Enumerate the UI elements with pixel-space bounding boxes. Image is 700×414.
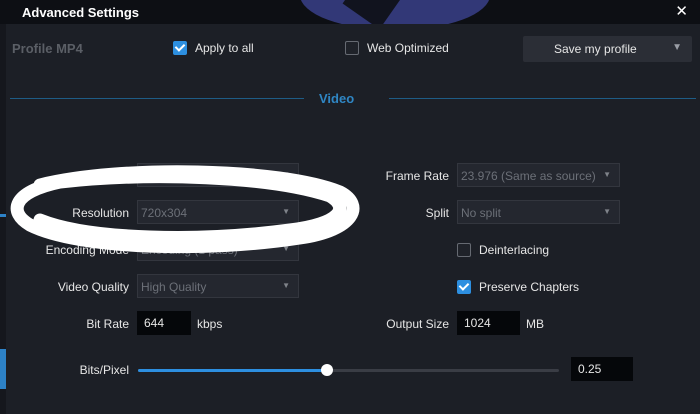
chevron-down-icon: ▼ bbox=[672, 42, 682, 53]
settings-panel: Profile MP4 Apply to all Web Optimized S… bbox=[6, 24, 700, 414]
bit-rate-input[interactable]: 644 bbox=[137, 311, 191, 335]
video-quality-dropdown[interactable]: High Quality ▼ bbox=[137, 274, 299, 298]
output-size-unit: MB bbox=[526, 317, 544, 331]
section-divider-left bbox=[10, 98, 304, 99]
deinterlacing-label: Deinterlacing bbox=[479, 242, 550, 257]
bit-rate-value: 644 bbox=[144, 316, 165, 330]
split-label: Split bbox=[425, 206, 449, 220]
split-value: No split bbox=[461, 206, 502, 220]
output-size-value: 1024 bbox=[464, 316, 491, 330]
preserve-chapters-checkbox[interactable]: Preserve Chapters bbox=[457, 279, 579, 294]
close-icon[interactable]: ✕ bbox=[675, 2, 688, 20]
checkbox-checked-icon bbox=[173, 40, 187, 55]
chevron-down-icon: ▼ bbox=[603, 207, 611, 216]
frame-rate-label: Frame Rate bbox=[385, 169, 449, 183]
encoding-mode-label: Encoding Mode bbox=[45, 243, 129, 257]
web-optimized-checkbox[interactable]: Web Optimized bbox=[345, 40, 449, 55]
section-divider-right bbox=[389, 98, 696, 99]
codec-value: H264 bbox=[141, 169, 170, 183]
checkbox-checked-icon bbox=[457, 279, 471, 294]
save-profile-button[interactable]: Save my profile ▼ bbox=[523, 36, 692, 62]
codec-dropdown[interactable]: H264 ▼ bbox=[137, 163, 299, 187]
save-profile-label: Save my profile bbox=[554, 42, 637, 56]
resolution-value: 720x304 bbox=[141, 206, 188, 220]
video-quality-value: High Quality bbox=[141, 280, 207, 294]
video-quality-label: Video Quality bbox=[57, 280, 129, 294]
encoding-mode-value: Encoding (1 pass) bbox=[141, 243, 238, 257]
chevron-down-icon: ▼ bbox=[282, 281, 290, 290]
window-title: Advanced Settings bbox=[22, 5, 140, 20]
apply-to-all-label: Apply to all bbox=[195, 40, 254, 55]
bits-per-pixel-label: Bits/Pixel bbox=[79, 363, 129, 377]
codec-label: Codec bbox=[94, 169, 129, 183]
chevron-down-icon: ▼ bbox=[282, 244, 290, 253]
chevron-down-icon: ▼ bbox=[603, 170, 611, 179]
split-dropdown[interactable]: No split ▼ bbox=[457, 200, 620, 224]
chevron-down-icon: ▼ bbox=[282, 207, 290, 216]
checkbox-unchecked-icon bbox=[457, 242, 471, 257]
bits-per-pixel-slider-thumb[interactable] bbox=[321, 364, 333, 376]
bits-per-pixel-slider-fill bbox=[138, 369, 327, 372]
frame-rate-dropdown[interactable]: 23.976 (Same as source) ▼ bbox=[457, 163, 620, 187]
deinterlacing-checkbox[interactable]: Deinterlacing bbox=[457, 242, 549, 257]
bit-rate-unit: kbps bbox=[197, 317, 223, 331]
bits-per-pixel-value: 0.25 bbox=[578, 362, 602, 376]
section-title: Video bbox=[319, 91, 355, 106]
checkbox-unchecked-icon bbox=[345, 40, 359, 55]
preserve-chapters-label: Preserve Chapters bbox=[479, 279, 580, 294]
web-optimized-label: Web Optimized bbox=[367, 40, 449, 55]
bits-per-pixel-input[interactable]: 0.25 bbox=[571, 357, 633, 381]
output-size-input[interactable]: 1024 bbox=[457, 311, 520, 335]
apply-to-all-checkbox[interactable]: Apply to all bbox=[173, 40, 254, 55]
bit-rate-label: Bit Rate bbox=[86, 317, 129, 331]
frame-rate-value: 23.976 (Same as source) bbox=[461, 169, 596, 183]
resolution-label: Resolution bbox=[72, 206, 129, 220]
title-bar: Advanced Settings ✕ bbox=[0, 0, 700, 24]
chevron-down-icon: ▼ bbox=[282, 170, 290, 179]
encoding-mode-dropdown[interactable]: Encoding (1 pass) ▼ bbox=[137, 237, 299, 261]
output-size-label: Output Size bbox=[386, 317, 449, 331]
resolution-dropdown[interactable]: 720x304 ▼ bbox=[137, 200, 299, 224]
profile-label: Profile MP4 bbox=[12, 41, 83, 56]
